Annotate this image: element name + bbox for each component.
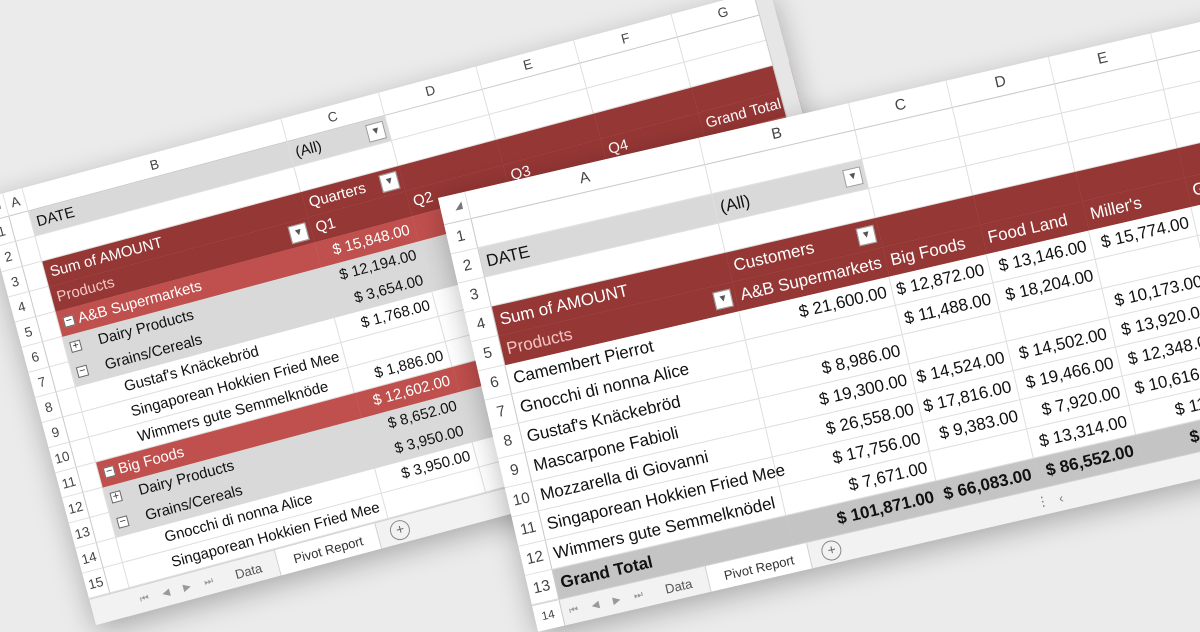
first-sheet-icon[interactable]: ⏮	[132, 590, 157, 607]
chevron-down-icon: ▼	[369, 124, 382, 138]
last-sheet-icon[interactable]: ⏭	[626, 587, 651, 603]
chevron-down-icon: ▼	[860, 228, 873, 242]
next-sheet-icon[interactable]: ▶	[605, 592, 629, 608]
filter-dropdown-button[interactable]: ▼	[855, 224, 878, 246]
prev-sheet-icon[interactable]: ◀	[584, 597, 608, 613]
chevron-down-icon: ▼	[716, 292, 729, 305]
expand-icon[interactable]: +	[109, 490, 123, 504]
filter-dropdown-button[interactable]: ▼	[364, 120, 387, 143]
cell-label: Q2	[411, 188, 435, 210]
first-sheet-icon[interactable]: ⏮	[561, 602, 586, 618]
collapse-icon[interactable]: −	[62, 314, 76, 328]
filter-dropdown-button[interactable]: ▼	[712, 288, 734, 310]
expand-icon[interactable]: +	[69, 339, 83, 353]
prev-sheet-icon[interactable]: ◀	[154, 585, 178, 601]
row-header[interactable]: 14	[532, 599, 566, 632]
scroll-left-icon[interactable]: ‹	[1057, 490, 1065, 506]
last-sheet-icon[interactable]: ⏭	[196, 573, 221, 590]
collapse-icon[interactable]: −	[116, 515, 130, 529]
add-sheet-icon[interactable]: +	[819, 538, 844, 563]
next-sheet-icon[interactable]: ▶	[175, 579, 199, 595]
collapse-icon[interactable]: −	[75, 364, 90, 379]
chevron-down-icon: ▼	[292, 225, 305, 239]
filter-dropdown-button[interactable]: ▼	[287, 221, 310, 244]
collapse-icon[interactable]: −	[102, 465, 117, 479]
filter-dropdown-button[interactable]: ▼	[842, 165, 864, 188]
filter-dropdown-button[interactable]: ▼	[378, 170, 401, 193]
chevron-down-icon: ▼	[846, 169, 859, 183]
add-sheet-icon[interactable]: +	[388, 517, 413, 543]
scroll-split-handle-icon[interactable]: ⋮	[1035, 492, 1051, 511]
chevron-down-icon: ▼	[383, 174, 396, 188]
